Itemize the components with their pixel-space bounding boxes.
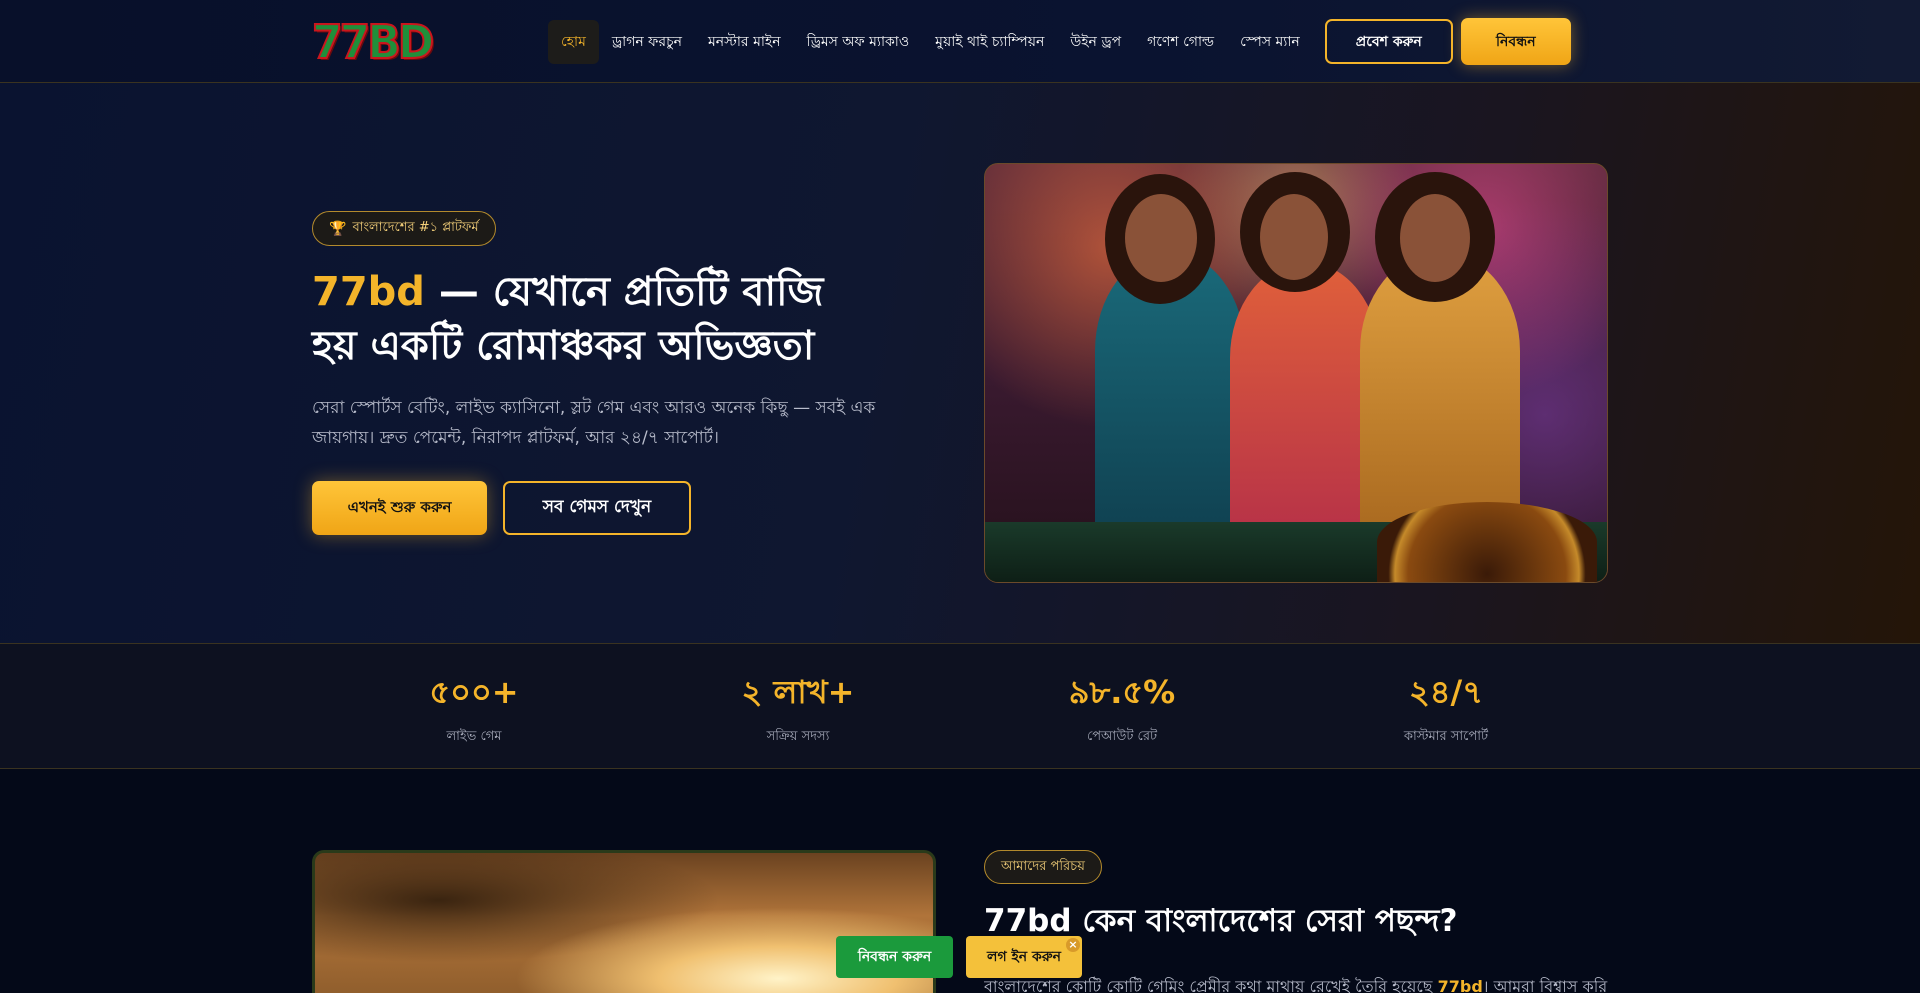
hero-figure-left-head (1125, 194, 1197, 282)
nav-item-ganesh-gold[interactable]: গণেশ গোল্ড (1134, 20, 1227, 64)
view-all-games-button[interactable]: সব গেমস দেখুন (503, 481, 691, 535)
floating-action-bar: নিবন্ধন করুন লগ ইন করুন × (836, 936, 1082, 978)
stat-value: ২৪/৭ (1408, 673, 1484, 711)
floating-login-label: লগ ইন করুন (987, 949, 1061, 965)
stat-label: পেআউট রেট (1086, 729, 1158, 744)
stat-value: ৫০০+ (429, 673, 519, 711)
hero-title-brand: 77bd (312, 269, 425, 315)
nav-item-dragon-fortune[interactable]: ড্রাগন ফরচুন (599, 20, 695, 64)
nav-item-dreams-of-macau[interactable]: ড্রিমস অফ ম্যাকাও (794, 20, 923, 64)
trophy-icon: 🏆 (329, 220, 347, 237)
hero-badge: 🏆 বাংলাদেশের #১ প্লাটফর্ম (312, 211, 496, 246)
nav-item-win-drop[interactable]: উইন ড্রপ (1057, 20, 1134, 64)
stat-customer-support: ২৪/৭ কাস্টমার সাপোর্ট (1284, 644, 1608, 769)
about-text-start: বাংলাদেশের কোটি কোটি গেমিং প্রেমীর কথা ম… (984, 977, 1438, 993)
nav-item-monster-mine[interactable]: মনস্টার মাইন (695, 20, 794, 64)
stat-label: কাস্টমার সাপোর্ট (1403, 729, 1489, 744)
stat-active-members: ২ লাখ+ সক্রিয় সদস্য (636, 644, 960, 769)
about-badge: আমাদের পরিচয় (984, 850, 1102, 884)
hero-casino-image (984, 163, 1608, 583)
about-text-brand: 77bd (1437, 977, 1483, 993)
main-nav: হোম ড্রাগন ফরচুন মনস্টার মাইন ড্রিমস অফ … (548, 19, 1313, 64)
stat-payout-rate: ৯৮.৫% পেআউট রেট (960, 644, 1284, 769)
hero-figure-right-head (1400, 194, 1470, 282)
floating-login-button[interactable]: লগ ইন করুন × (966, 936, 1082, 978)
stat-label: লাইভ গেম (446, 729, 502, 744)
stat-live-games: ৫০০+ লাইভ গেম (312, 644, 636, 769)
hero-section: 🏆 বাংলাদেশের #১ প্লাটফর্ম 77bd — যেখানে … (0, 83, 1920, 644)
site-logo[interactable]: 77BD (311, 14, 435, 70)
register-button[interactable]: নিবন্ধন (1460, 18, 1571, 65)
nav-item-home[interactable]: হোম (548, 19, 599, 64)
start-now-button[interactable]: এখনই শুরু করুন (312, 481, 487, 535)
stats-section: ৫০০+ লাইভ গেম ২ লাখ+ সক্রিয় সদস্য ৯৮.৫%… (0, 644, 1920, 769)
hero-description: সেরা স্পোর্টস বেটিং, লাইভ ক্যাসিনো, স্লট… (312, 398, 876, 448)
site-header: 77BD হোম ড্রাগন ফরচুন মনস্টার মাইন ড্রিম… (0, 0, 1920, 83)
hero-title: 77bd — যেখানে প্রতিটি বাজি হয় একটি রোমা… (312, 265, 872, 373)
hero-figure-middle-head (1260, 194, 1328, 280)
login-button[interactable]: প্রবেশ করুন (1324, 19, 1453, 64)
close-icon[interactable]: × (1066, 938, 1080, 952)
floating-register-button[interactable]: নিবন্ধন করুন (836, 936, 953, 978)
hero-badge-label: বাংলাদেশের #১ প্লাটফর্ম (352, 220, 479, 235)
stat-label: সক্রিয় সদস্য (766, 729, 830, 744)
stat-value: ২ লাখ+ (741, 673, 855, 711)
nav-item-muay-thai-champion[interactable]: মুয়াই থাই চ্যাম্পিয়ন (922, 20, 1057, 64)
about-text-end: । আমরা বিশ্বাস করি (1482, 977, 1608, 993)
nav-item-space-man[interactable]: স্পেস ম্যান (1227, 20, 1313, 64)
stat-value: ৯৮.৫% (1068, 673, 1176, 711)
roulette-wheel (1377, 502, 1597, 582)
